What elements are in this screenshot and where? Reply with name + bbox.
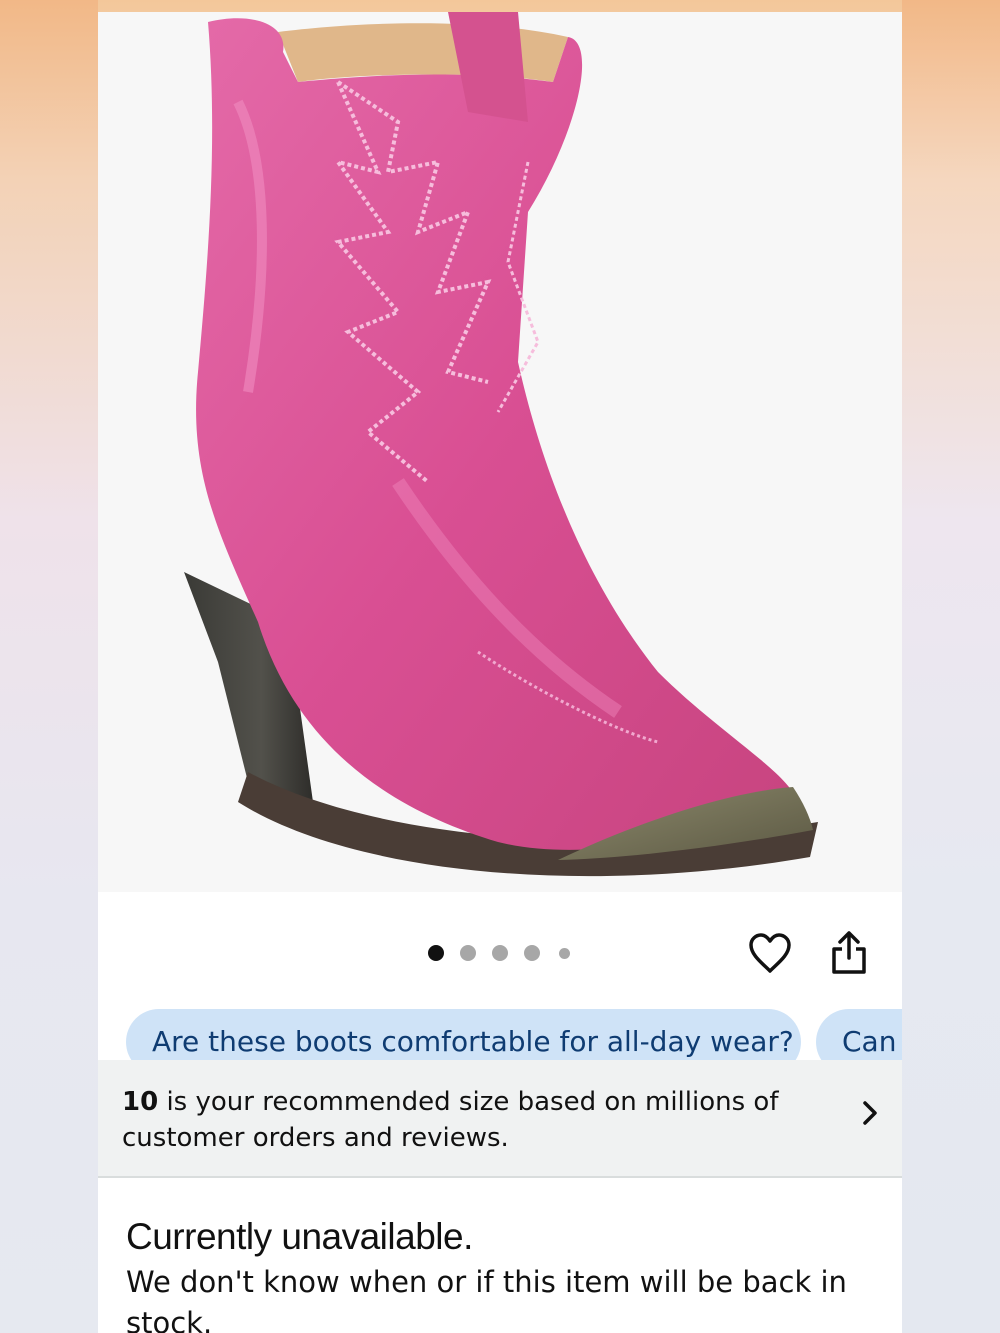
recommended-size: 10: [122, 1087, 159, 1117]
favorite-button[interactable]: [748, 932, 792, 976]
carousel-dot[interactable]: [460, 945, 476, 961]
background-left: [0, 0, 98, 1333]
availability-section: Currently unavailable. We don't know whe…: [98, 1178, 902, 1333]
availability-status: Currently unavailable.: [126, 1216, 473, 1257]
size-recommendation-text: 10 is your recommended size based on mil…: [122, 1084, 782, 1156]
carousel-dot[interactable]: [559, 948, 570, 959]
carousel-dot[interactable]: [428, 945, 444, 961]
heart-icon: [749, 933, 791, 973]
product-page: Are these boots comfortable for all-day …: [98, 12, 902, 1333]
availability-description: We don't know when or if this item will …: [126, 1265, 847, 1333]
size-recommendation-message: is your recommended size based on millio…: [122, 1087, 779, 1153]
size-recommendation[interactable]: 10 is your recommended size based on mil…: [98, 1060, 902, 1178]
carousel-dot[interactable]: [524, 945, 540, 961]
background-right: [902, 0, 1000, 1333]
share-icon: [832, 931, 866, 974]
product-image[interactable]: [98, 12, 902, 892]
carousel-dot[interactable]: [492, 945, 508, 961]
pink-cowboy-boot-image: [184, 12, 818, 877]
share-button[interactable]: [830, 930, 868, 976]
chevron-right-icon: [862, 1100, 878, 1130]
